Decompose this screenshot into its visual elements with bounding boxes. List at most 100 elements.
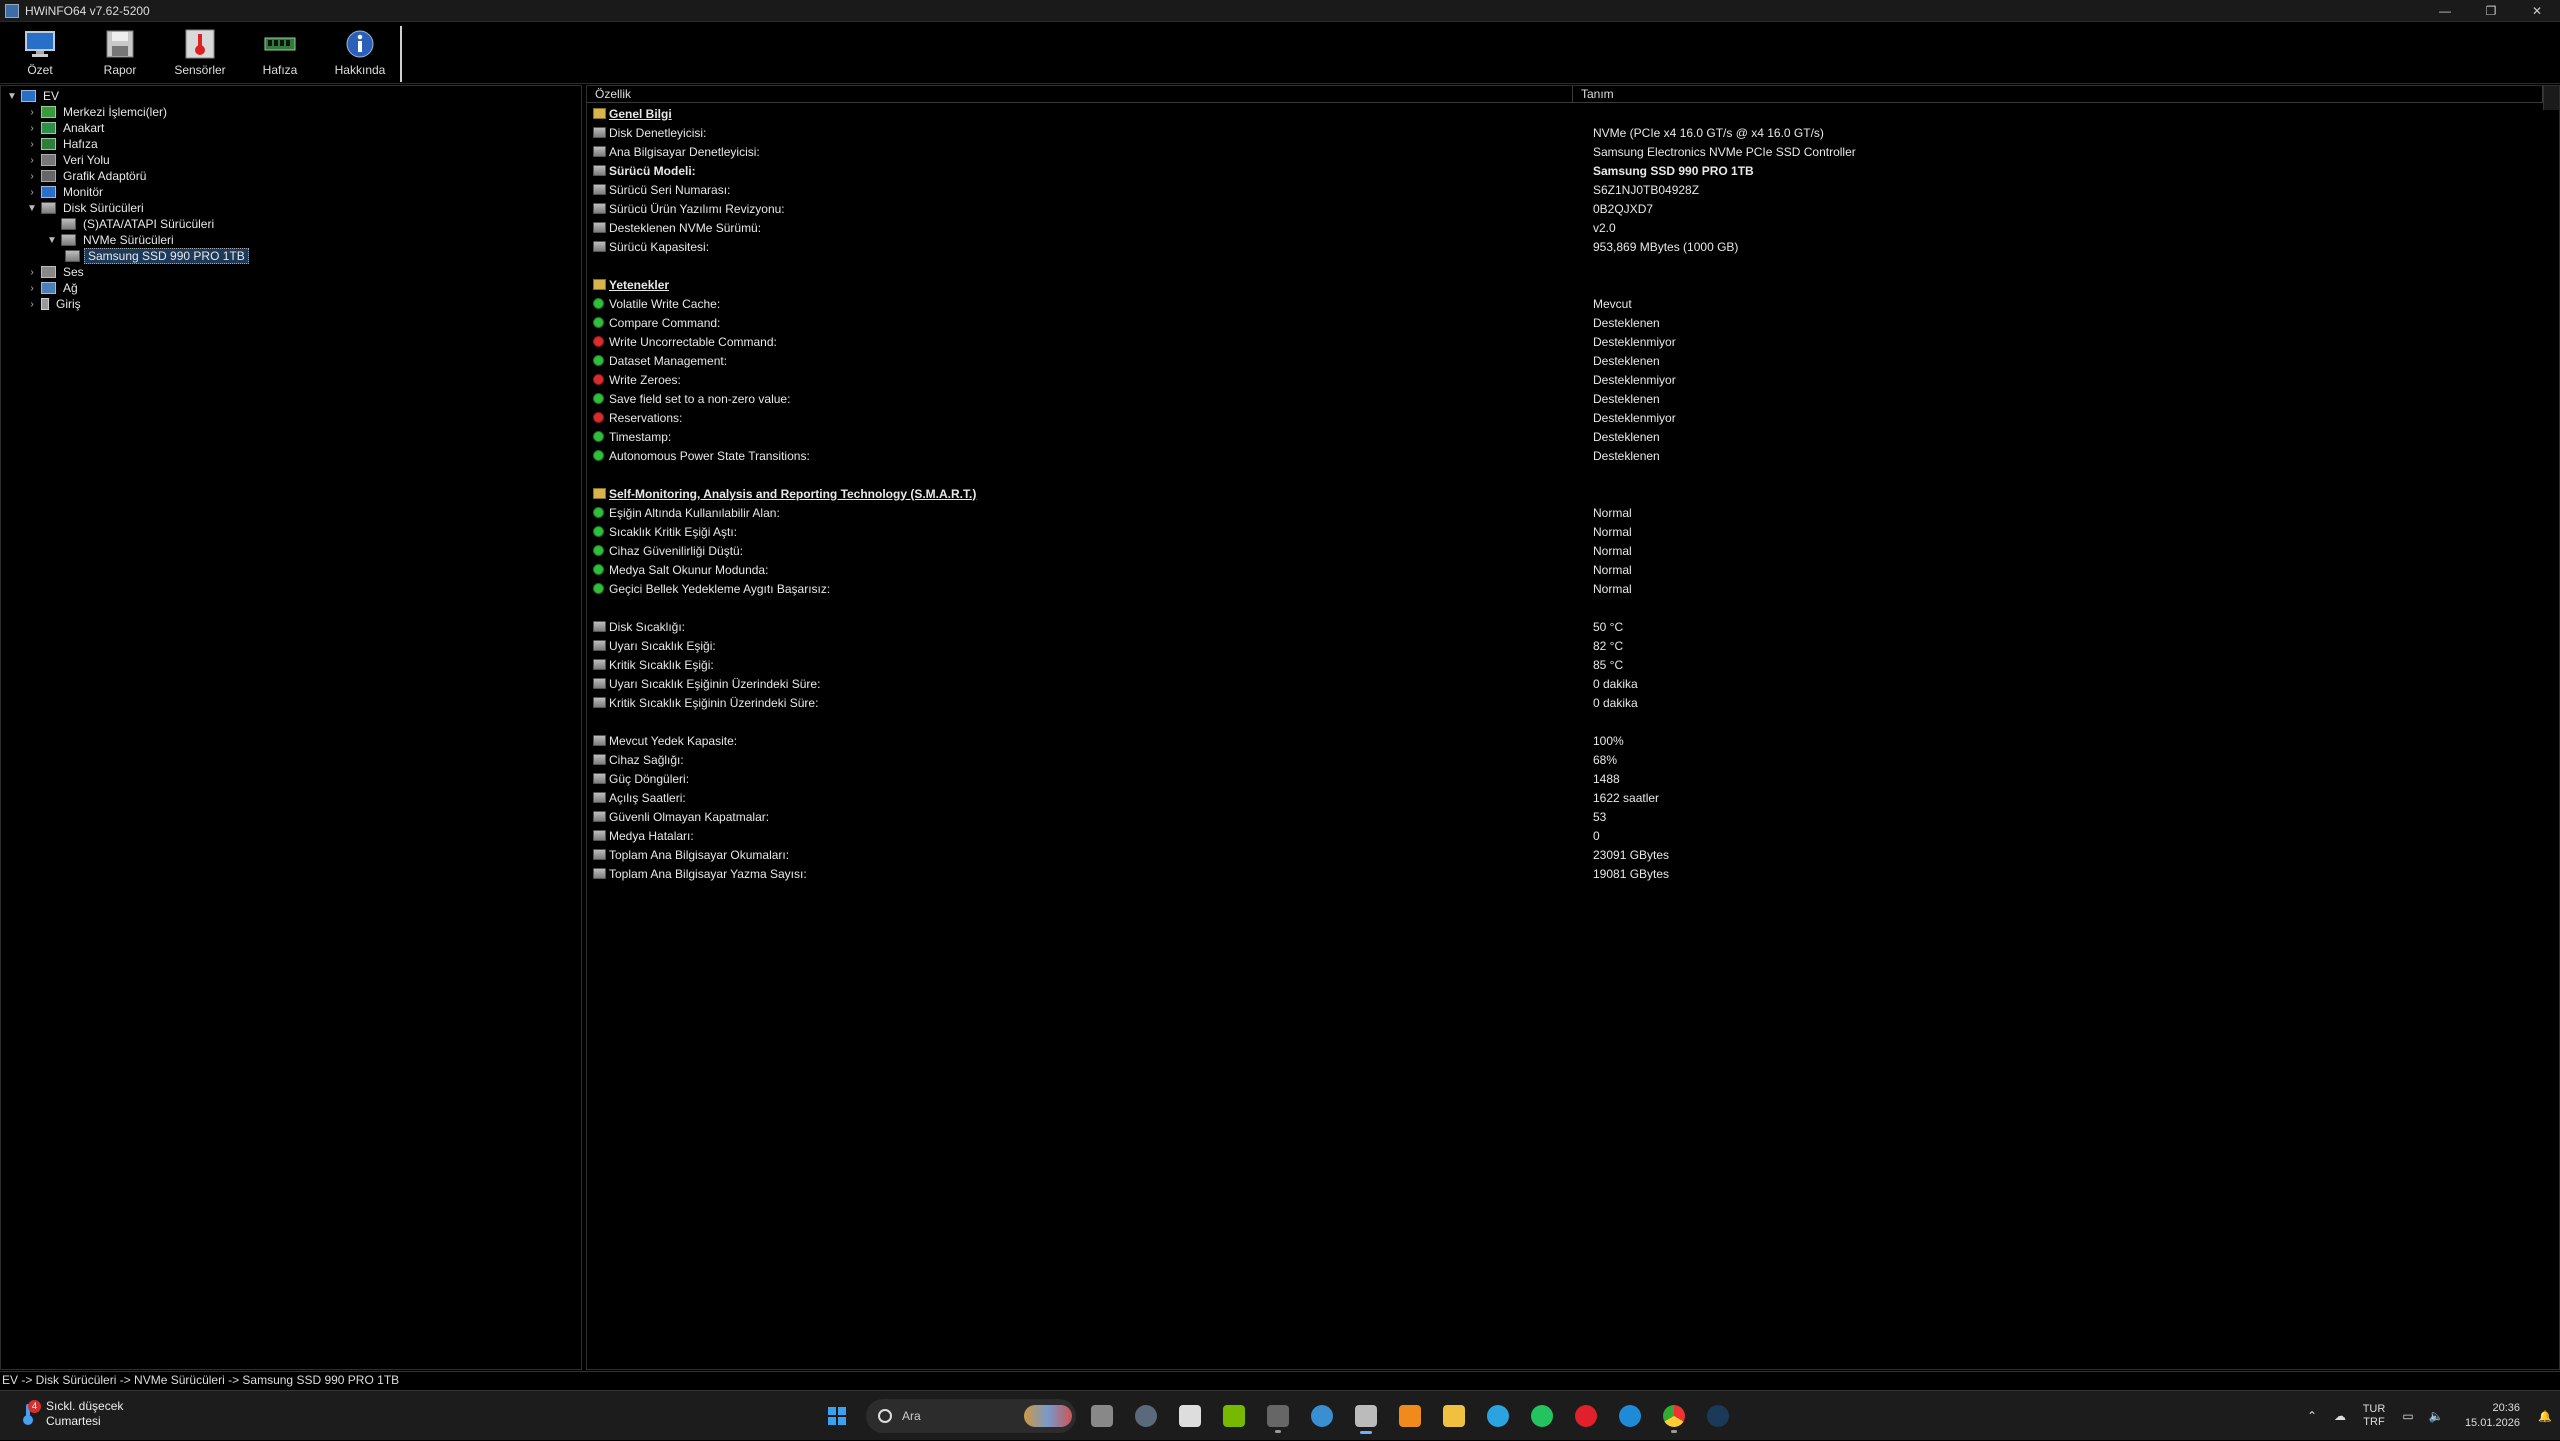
chevron-up-icon[interactable]: ⌃: [2298, 1409, 2326, 1423]
summary-button[interactable]: Özet: [0, 26, 80, 82]
detail-row[interactable]: Mevcut Yedek Kapasite: 100%: [587, 731, 2559, 750]
detail-row[interactable]: Cihaz Güvenilirliği Düştü: Normal: [587, 541, 2559, 560]
detail-row[interactable]: Toplam Ana Bilgisayar Okumaları: 23091 GB…: [587, 845, 2559, 864]
detail-row[interactable]: Sürücü Modeli: Samsung SSD 990 PRO 1TB: [587, 161, 2559, 180]
chevron-down-icon[interactable]: ▼: [5, 91, 19, 102]
tree-item-motherboard[interactable]: › Anakart: [25, 120, 107, 136]
detail-row[interactable]: Kritik Sıcaklık Eşiğinin Üzerindeki Süre…: [587, 693, 2559, 712]
minimize-button[interactable]: —: [2422, 0, 2468, 22]
start-button[interactable]: [820, 1399, 854, 1433]
network-icon[interactable]: ▭: [2394, 1409, 2422, 1423]
report-button[interactable]: Rapor: [80, 26, 160, 82]
chevron-right-icon[interactable]: ›: [25, 155, 39, 166]
sensors-button[interactable]: Sensörler: [160, 26, 240, 82]
chevron-right-icon[interactable]: ›: [25, 187, 39, 198]
detail-row[interactable]: Kritik Sıcaklık Eşiği: 85 °C: [587, 655, 2559, 674]
chevron-right-icon[interactable]: ›: [25, 283, 39, 294]
detail-row[interactable]: Sıcaklık Kritik Eşiği Aştı: Normal: [587, 522, 2559, 541]
file-explorer-icon[interactable]: [1084, 1398, 1120, 1434]
detail-row[interactable]: Compare Command: Desteklenen: [587, 313, 2559, 332]
detail-row[interactable]: Write Zeroes: Desteklenmiyor: [587, 370, 2559, 389]
volume-icon[interactable]: 🔈: [2422, 1409, 2450, 1423]
telegram-icon[interactable]: [1480, 1398, 1516, 1434]
detail-row[interactable]: Desteklenen NVMe Sürümü: v2.0: [587, 218, 2559, 237]
whatsapp-icon[interactable]: [1524, 1398, 1560, 1434]
tree-item-input[interactable]: › Giriş: [25, 296, 84, 312]
gear-icon[interactable]: [1304, 1398, 1340, 1434]
detail-row[interactable]: Autonomous Power State Transitions: Deste…: [587, 446, 2559, 465]
section-header[interactable]: Self-Monitoring, Analysis and Reporting …: [587, 484, 2559, 503]
column-header-description[interactable]: Tanım: [1573, 86, 2543, 103]
tree-root-ev[interactable]: ▼ EV: [5, 88, 62, 104]
tree-item-sata-drives[interactable]: (S)ATA/ATAPI Sürücüleri: [45, 216, 217, 232]
detail-row[interactable]: Write Uncorrectable Command: Desteklenmiy…: [587, 332, 2559, 351]
chevron-right-icon[interactable]: ›: [25, 139, 39, 150]
detail-row[interactable]: Sürücü Seri Numarası: S6Z1NJ0TB04928Z: [587, 180, 2559, 199]
chevron-right-icon[interactable]: ›: [25, 107, 39, 118]
cloud-icon[interactable]: ☁: [2326, 1409, 2354, 1423]
detail-row[interactable]: Cihaz Sağlığı: 68%: [587, 750, 2559, 769]
detail-row[interactable]: Sürücü Ürün Yazılımı Revizyonu: 0B2QJXD7: [587, 199, 2559, 218]
nvidia-icon[interactable]: [1216, 1398, 1252, 1434]
tree-item-disk-drives[interactable]: ▼ Disk Sürücüleri: [25, 200, 147, 216]
tree-item-monitor[interactable]: › Monitör: [25, 184, 106, 200]
tree-item-graphics[interactable]: › Grafik Adaptörü: [25, 168, 149, 184]
app-icon[interactable]: [1260, 1398, 1296, 1434]
chevron-down-icon[interactable]: ▼: [25, 203, 39, 214]
close-button[interactable]: ✕: [2514, 0, 2560, 22]
detail-row[interactable]: Medya Hataları: 0: [587, 826, 2559, 845]
detail-row[interactable]: Uyarı Sıcaklık Eşiği: 82 °C: [587, 636, 2559, 655]
detail-row[interactable]: Geçici Bellek Yedekleme Aygıtı Başarısız…: [587, 579, 2559, 598]
chevron-right-icon[interactable]: ›: [25, 267, 39, 278]
chevron-right-icon[interactable]: ›: [25, 171, 39, 182]
store-icon[interactable]: [1172, 1398, 1208, 1434]
detail-row[interactable]: Güç Döngüleri: 1488: [587, 769, 2559, 788]
tree-item-bus[interactable]: › Veri Yolu: [25, 152, 113, 168]
detail-row[interactable]: Toplam Ana Bilgisayar Yazma Sayısı: 19081…: [587, 864, 2559, 883]
notification-bell-icon[interactable]: 🔔: [2530, 1410, 2560, 1423]
hwinfo-icon[interactable]: [1348, 1398, 1384, 1434]
section-header[interactable]: Genel Bilgi: [587, 104, 2559, 123]
detail-row[interactable]: Volatile Write Cache: Mevcut: [587, 294, 2559, 313]
tree-item-audio[interactable]: › Ses: [25, 264, 87, 280]
chevron-right-icon[interactable]: ›: [25, 123, 39, 134]
detail-row[interactable]: Dataset Management: Desteklenen: [587, 351, 2559, 370]
folder-icon[interactable]: [1436, 1398, 1472, 1434]
section-header[interactable]: Yetenekler: [587, 275, 2559, 294]
detail-row[interactable]: Reservations: Desteklenmiyor: [587, 408, 2559, 427]
language-indicator[interactable]: TUR TRF: [2354, 1403, 2394, 1429]
search-box[interactable]: Ara: [866, 1399, 1076, 1433]
about-button[interactable]: Hakkında: [320, 26, 400, 82]
details-panel[interactable]: Özellik Tanım Genel Bilgi Disk Denetleyic…: [586, 85, 2560, 1370]
tree-item-cpu[interactable]: › Merkezi İşlemci(ler): [25, 104, 170, 120]
detail-row[interactable]: Disk Sıcaklığı: 50 °C: [587, 617, 2559, 636]
detail-row[interactable]: Eşiğin Altında Kullanılabilir Alan: Norma…: [587, 503, 2559, 522]
detail-row[interactable]: Timestamp: Desteklenen: [587, 427, 2559, 446]
detail-row[interactable]: Uyarı Sıcaklık Eşiğinin Üzerindeki Süre:…: [587, 674, 2559, 693]
detail-row[interactable]: Açılış Saatleri: 1622 saatler: [587, 788, 2559, 807]
restore-button[interactable]: ❐: [2468, 0, 2514, 22]
tree-item-network[interactable]: › Ağ: [25, 280, 81, 296]
feature-value-link[interactable]: Samsung Electronics NVMe PCIe SSD Contro…: [1593, 145, 1856, 159]
edge-icon[interactable]: [1612, 1398, 1648, 1434]
detail-row[interactable]: Ana Bilgisayar Denetleyicisi: Samsung Ele…: [587, 142, 2559, 161]
chevron-right-icon[interactable]: ›: [25, 299, 39, 310]
detail-row[interactable]: Sürücü Kapasitesi: 953,869 MBytes (1000 G…: [587, 237, 2559, 256]
chevron-down-icon[interactable]: ▼: [45, 235, 59, 246]
tree-item-samsung-ssd[interactable]: Samsung SSD 990 PRO 1TB: [63, 248, 249, 264]
weather-widget[interactable]: 4 Sıckl. düşecek Cumartesi: [18, 1399, 123, 1429]
chrome-icon[interactable]: [1656, 1398, 1692, 1434]
tree-item-memory[interactable]: › Hafıza: [25, 136, 101, 152]
detail-row[interactable]: Güvenli Olmayan Kapatmalar: 53: [587, 807, 2559, 826]
device-tree-panel[interactable]: ▼ EV › Merkezi İşlemci(ler) › Anakart › …: [0, 85, 582, 1370]
tree-item-nvme-drives[interactable]: ▼ NVMe Sürücüleri: [45, 232, 177, 248]
steam-icon[interactable]: [1700, 1398, 1736, 1434]
memory-button[interactable]: Hafıza: [240, 26, 320, 82]
opera-icon[interactable]: [1568, 1398, 1604, 1434]
clock[interactable]: 20:36 15.01.2026: [2450, 1401, 2520, 1431]
detail-row[interactable]: Save field set to a non-zero value: Deste…: [587, 389, 2559, 408]
column-header-feature[interactable]: Özellik: [587, 86, 1573, 103]
settings-icon[interactable]: [1128, 1398, 1164, 1434]
detail-row[interactable]: Disk Denetleyicisi: NVMe (PCIe x4 16.0 GT…: [587, 123, 2559, 142]
orange-app-icon[interactable]: [1392, 1398, 1428, 1434]
